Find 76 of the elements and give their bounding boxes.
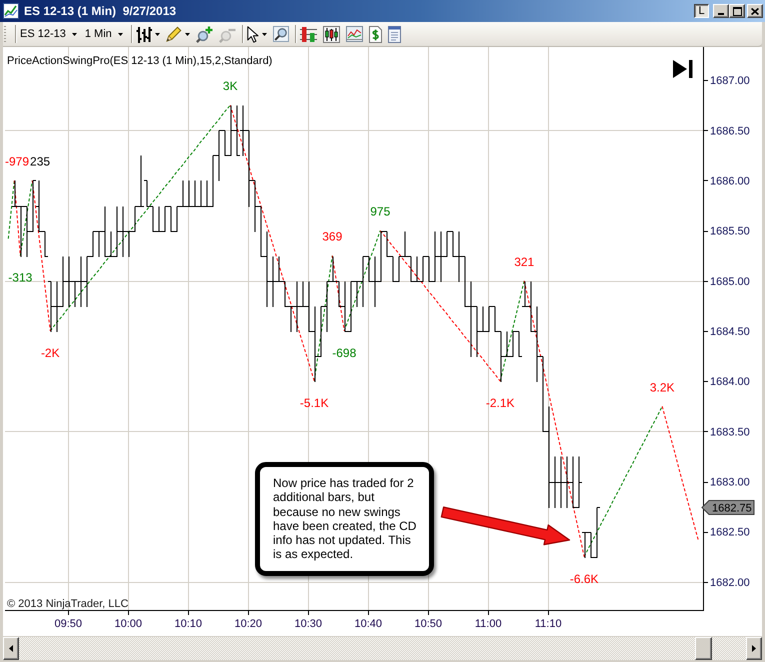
- swing-label: 321: [514, 254, 534, 269]
- scrollbar-thumb[interactable]: [695, 637, 712, 660]
- maximize-button[interactable]: [729, 4, 745, 18]
- x-axis-label: 10:40: [354, 618, 382, 630]
- swing-label: 235: [30, 154, 50, 168]
- x-axis-label: 10:50: [414, 618, 442, 630]
- chart-icon: [3, 3, 19, 19]
- left-arrow-icon: [9, 645, 13, 652]
- swing-label: 3K: [222, 79, 238, 94]
- interval-dropdown[interactable]: 1 Min: [82, 24, 125, 44]
- magnifier-button[interactable]: [272, 24, 290, 44]
- bars-icon: [136, 26, 152, 42]
- x-axis-label: 10:30: [294, 618, 322, 630]
- minimize-button[interactable]: [713, 4, 729, 18]
- maximize-icon: [732, 6, 742, 16]
- y-axis-label: 1682.00: [710, 576, 750, 589]
- link-button[interactable]: L: [694, 4, 709, 18]
- x-axis-label: 11:10: [534, 618, 562, 630]
- last-price-tag: 1682.75: [701, 500, 754, 515]
- candlestick-icon: [322, 26, 340, 42]
- swing-label: -2K: [40, 346, 60, 360]
- instrument-dropdown[interactable]: ES 12-13: [18, 24, 79, 44]
- y-axis-label: 1685.00: [710, 276, 750, 288]
- x-axis-label: 10:00: [114, 618, 142, 630]
- dollar-document-button[interactable]: [368, 24, 383, 44]
- bar-chart-icon: [300, 26, 317, 42]
- line-chart-icon: [346, 26, 363, 42]
- scroll-left-button[interactable]: [3, 637, 19, 660]
- swing-label: 3.2K: [650, 380, 675, 394]
- swing-label: -6.6K: [570, 572, 599, 586]
- swing-label: 975: [370, 204, 390, 219]
- y-axis-label: 1683.00: [710, 476, 750, 489]
- caret-icon: [184, 32, 190, 36]
- dollar-document-icon: [368, 26, 382, 42]
- swing-label: -2.1K: [486, 396, 515, 410]
- y-axis-label: 1684.00: [710, 376, 750, 388]
- x-axis-label: 09:50: [54, 618, 82, 630]
- y-axis-label: 1684.50: [710, 326, 750, 338]
- zoom-in-button[interactable]: [194, 24, 214, 44]
- form-button[interactable]: [386, 24, 402, 44]
- callout-text: Now price has traded for 2 additional bars, but because no new swings have been created, the CD info has not updated. This is as expected.: [273, 476, 418, 562]
- y-axis-label: 1686.00: [710, 175, 750, 188]
- window-title: ES 12-13 (1 Min) 9/27/2013: [24, 4, 178, 18]
- pencil-icon: [166, 26, 182, 42]
- indicator-label: PriceActionSwingPro(ES 12-13 (1 Min),15,2,Standard): [7, 55, 272, 67]
- form-icon: [388, 26, 401, 42]
- caret-icon: [262, 32, 267, 36]
- cursor-icon: [246, 26, 259, 42]
- caret-icon: [118, 32, 123, 36]
- candlestick-button[interactable]: [322, 24, 341, 44]
- y-axis-label: 1685.50: [710, 226, 750, 238]
- y-axis-label: 1683.50: [710, 426, 750, 438]
- cursor-button[interactable]: [246, 24, 268, 44]
- line-chart-button[interactable]: [344, 24, 364, 44]
- close-icon: [751, 8, 759, 14]
- scroll-right-button[interactable]: [746, 637, 762, 660]
- right-arrow-icon: [752, 645, 756, 652]
- skip-to-end-icon[interactable]: [673, 60, 692, 78]
- x-axis-label: 11:00: [474, 618, 502, 630]
- swing-label: 369: [322, 230, 342, 244]
- swing-label: -698: [332, 346, 356, 360]
- y-axis-label: 1682.50: [710, 526, 750, 539]
- x-axis-label: 10:10: [174, 618, 202, 630]
- caret-icon: [72, 32, 77, 36]
- magnifier-icon: [272, 26, 289, 42]
- zoom-in-icon: [196, 26, 213, 42]
- y-axis-label: 1687.00: [710, 75, 750, 88]
- minimize-icon: [718, 13, 724, 15]
- copyright-text: © 2013 NinjaTrader, LLC: [7, 598, 128, 610]
- caret-icon: [154, 32, 160, 36]
- swing-label: -979: [5, 154, 30, 168]
- y-axis-label: 1686.50: [710, 125, 750, 138]
- swing-label: -313: [8, 270, 32, 285]
- swing-label: -5.1K: [300, 396, 329, 410]
- x-axis-label: 10:20: [234, 618, 262, 630]
- close-button[interactable]: [747, 4, 763, 18]
